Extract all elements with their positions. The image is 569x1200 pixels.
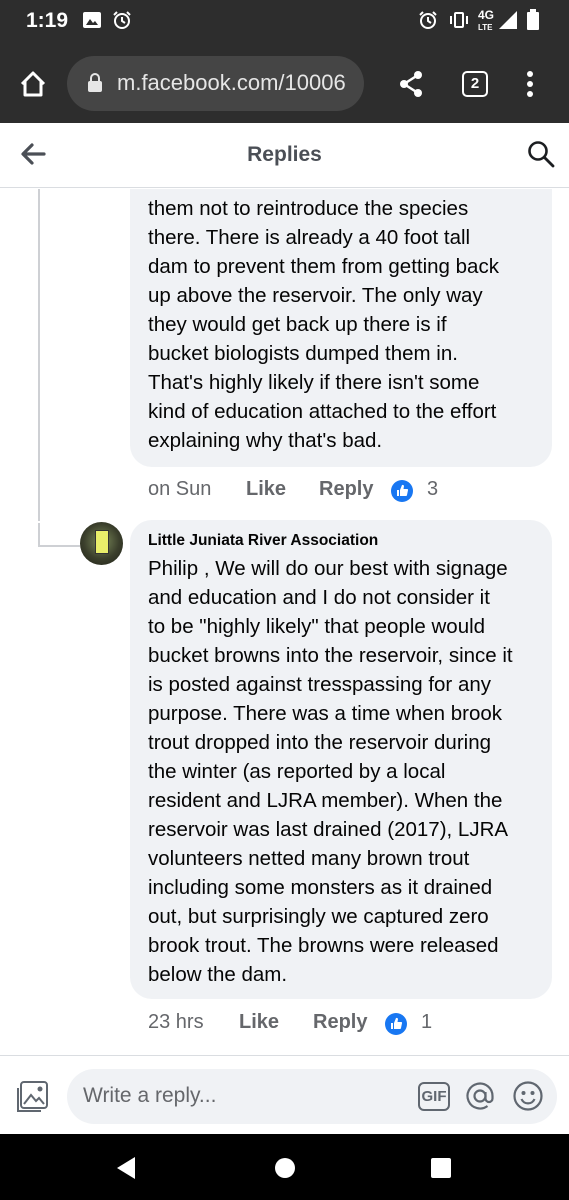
- reply-button[interactable]: Reply: [319, 478, 373, 501]
- reply-placeholder: Write a reply...: [83, 1084, 217, 1107]
- reply-composer: Write a reply... GIF: [0, 1055, 569, 1134]
- status-bar: 1:19 4G LTE: [0, 0, 569, 44]
- battery-icon: [526, 9, 540, 36]
- replies-list[interactable]: them not to reintroduce the species ther…: [0, 189, 569, 1055]
- comment-author[interactable]: Little Juniata River Association: [148, 532, 378, 550]
- nav-home-icon[interactable]: [274, 1157, 296, 1184]
- thread-elbow: [38, 523, 80, 547]
- nav-recents-icon[interactable]: [430, 1157, 452, 1184]
- network-type: 4G LTE: [478, 8, 495, 32]
- search-icon[interactable]: [527, 140, 555, 173]
- alarm-icon: [112, 10, 132, 35]
- url-bar[interactable]: m.facebook.com/10006: [67, 56, 364, 111]
- like-button[interactable]: Like: [246, 478, 286, 501]
- avatar-sign-graphic: [95, 530, 109, 554]
- gif-button[interactable]: GIF: [418, 1082, 450, 1111]
- vibrate-icon: [448, 10, 470, 35]
- system-nav-bar: [0, 1134, 569, 1200]
- reaction-count[interactable]: 3: [427, 478, 438, 501]
- tab-switcher-button[interactable]: 2: [462, 71, 488, 97]
- home-icon[interactable]: [18, 69, 48, 104]
- reply-input[interactable]: Write a reply... GIF: [67, 1069, 557, 1124]
- comment-text: Philip , We will do our best with signag…: [148, 557, 513, 986]
- thumbs-up-icon: [385, 1013, 407, 1035]
- nav-back-icon[interactable]: [116, 1156, 136, 1185]
- page-title: Replies: [247, 143, 322, 166]
- reply-button[interactable]: Reply: [313, 1011, 367, 1034]
- thread-line: [38, 189, 40, 521]
- alarm-icon-right: [418, 10, 438, 35]
- comment-text: them not to reintroduce the species ther…: [148, 197, 499, 452]
- network-label: 4G: [478, 8, 495, 22]
- comment-time: on Sun: [148, 478, 212, 500]
- browser-toolbar: m.facebook.com/10006 2: [0, 44, 569, 123]
- emoji-icon[interactable]: [512, 1080, 544, 1117]
- more-vert-icon[interactable]: [525, 70, 535, 103]
- lock-icon: [87, 73, 103, 98]
- avatar[interactable]: [80, 522, 123, 565]
- comment-time: 23 hrs: [148, 1011, 204, 1033]
- photo-icon[interactable]: [16, 1080, 50, 1119]
- status-time: 1:19: [26, 9, 69, 32]
- reaction-count[interactable]: 1: [421, 1011, 432, 1034]
- replies-header: Replies: [0, 123, 569, 188]
- mention-icon[interactable]: [464, 1080, 496, 1117]
- signal-icon: [498, 10, 518, 35]
- share-icon[interactable]: [398, 70, 424, 103]
- like-button[interactable]: Like: [239, 1011, 279, 1034]
- url-text: m.facebook.com/10006: [117, 70, 346, 95]
- gallery-notification-icon: [82, 10, 102, 35]
- thumbs-up-icon: [391, 480, 413, 502]
